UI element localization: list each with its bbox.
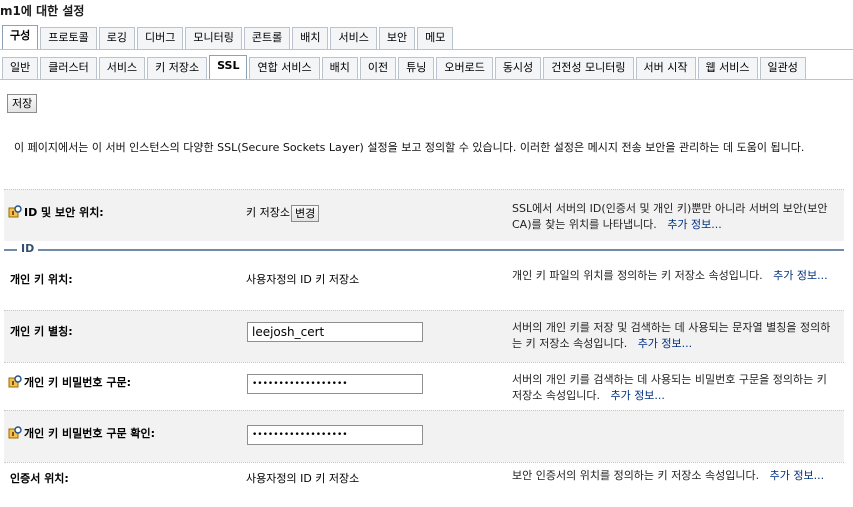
tab-sub-4[interactable]: SSL — [209, 55, 248, 79]
page-title: m1에 대한 설정 — [0, 4, 85, 18]
tab-sub-10[interactable]: 동시성 — [494, 57, 542, 79]
tab-top-4[interactable]: 모니터링 — [185, 27, 242, 49]
private-key-alias-label: 개인 키 별칭: — [10, 325, 73, 338]
more-info-link[interactable]: 추가 정보... — [638, 337, 692, 350]
confirm-passphrase-row: 개인 키 비밀번호 구문 확인: •••••••••••••••••• — [4, 410, 844, 462]
tab-sub-5[interactable]: 연합 서비스 — [249, 57, 320, 79]
identity-location-value: 키 저장소 — [246, 206, 290, 219]
identity-location-row: ID 및 보안 위치: 키 저장소 변경 SSL에서 서버의 ID(인증서 및 개… — [4, 189, 844, 241]
save-button[interactable]: 저장 — [7, 94, 38, 113]
private-key-location-value: 사용자정의 ID 키 저장소 — [246, 273, 360, 286]
tab-sub-0[interactable]: 일반 — [2, 57, 39, 79]
passphrase-input[interactable]: •••••••••••••••••• — [247, 374, 423, 394]
passphrase-row: 개인 키 비밀번호 구문: •••••••••••••••••• 서버의 개인 … — [4, 362, 844, 410]
tab-divider — [0, 49, 853, 50]
warning-key-icon — [8, 205, 22, 218]
section-title: ID — [17, 242, 39, 255]
tab-sub-7[interactable]: 이전 — [359, 57, 397, 79]
tab-top-2[interactable]: 로깅 — [98, 27, 135, 49]
private-key-alias-input[interactable] — [247, 322, 423, 342]
more-info-link[interactable]: 추가 정보... — [667, 218, 721, 231]
private-key-alias-row: 개인 키 별칭: 서버의 개인 키를 저장 및 검색하는 데 사용되는 문자열 … — [4, 310, 844, 362]
confirm-passphrase-input[interactable]: •••••••••••••••••• — [247, 425, 423, 445]
identity-location-label: ID 및 보안 위치: — [24, 206, 104, 219]
tab-top-9[interactable]: 메모 — [417, 27, 454, 49]
private-key-location-help: 개인 키 파일의 위치를 정의하는 키 저장소 속성입니다. — [512, 269, 763, 282]
certificate-location-row: 인증서 위치: 사용자정의 ID 키 저장소 보안 인증서의 위치를 정의하는 … — [4, 462, 844, 507]
tab-top-6[interactable]: 배치 — [292, 27, 329, 49]
confirm-passphrase-label: 개인 키 비밀번호 구문 확인: — [24, 427, 156, 440]
tab-sub-8[interactable]: 튜닝 — [398, 57, 435, 79]
tab-sub-3[interactable]: 키 저장소 — [147, 57, 208, 79]
more-info-link[interactable]: 추가 정보... — [773, 269, 827, 282]
private-key-location-row: 개인 키 위치: 사용자정의 ID 키 저장소 개인 키 파일의 위치를 정의하… — [4, 258, 844, 310]
tab-sub-1[interactable]: 클러스터 — [40, 57, 97, 79]
change-button[interactable]: 변경 — [290, 204, 320, 222]
tab-top-3[interactable]: 디버그 — [136, 27, 184, 49]
warning-key-icon — [8, 426, 22, 439]
tab-sub-9[interactable]: 오버로드 — [436, 57, 493, 79]
tab-sub-6[interactable]: 배치 — [321, 57, 358, 79]
certificate-location-help: 보안 인증서의 위치를 정의하는 키 저장소 속성입니다. — [512, 469, 760, 482]
tab-top-1[interactable]: 프로토콜 — [40, 27, 97, 49]
section-divider — [4, 249, 844, 251]
certificate-location-value: 사용자정의 ID 키 저장소 — [246, 472, 360, 485]
tab-top-8[interactable]: 보안 — [378, 27, 416, 49]
tab-divider — [0, 79, 853, 80]
warning-key-icon — [8, 375, 22, 388]
page-description: 이 페이지에서는 이 서버 인스턴스의 다양한 SSL(Secure Socke… — [14, 141, 805, 154]
passphrase-label: 개인 키 비밀번호 구문: — [24, 376, 131, 389]
top-tab-bar: 구성 프로토콜 로깅 디버그 모니터링 콘트롤 배치 서비스 보안 메모 — [2, 25, 454, 49]
passphrase-help: 서버의 개인 키를 검색하는 데 사용되는 비밀번호 구문을 정의하는 키 저장… — [512, 373, 827, 402]
tab-top-0[interactable]: 구성 — [2, 25, 39, 49]
tab-top-7[interactable]: 서비스 — [330, 27, 377, 49]
tab-sub-12[interactable]: 서버 시작 — [635, 57, 696, 79]
tab-sub-13[interactable]: 웹 서비스 — [697, 57, 758, 79]
certificate-location-label: 인증서 위치: — [10, 472, 69, 485]
tab-top-5[interactable]: 콘트롤 — [243, 27, 291, 49]
more-info-link[interactable]: 추가 정보... — [610, 389, 664, 402]
tab-sub-11[interactable]: 건전성 모니터링 — [543, 57, 634, 79]
section-header-id: ID — [4, 242, 844, 256]
sub-tab-bar: 일반 클러스터 서비스 키 저장소 SSL 연합 서비스 배치 이전 튜닝 오버로드 동시성 건전성 … — [2, 55, 806, 79]
tab-sub-14[interactable]: 일관성 — [759, 57, 806, 79]
more-info-link[interactable]: 추가 정보... — [770, 469, 824, 482]
private-key-location-label: 개인 키 위치: — [10, 273, 73, 286]
tab-sub-2[interactable]: 서비스 — [98, 57, 146, 79]
